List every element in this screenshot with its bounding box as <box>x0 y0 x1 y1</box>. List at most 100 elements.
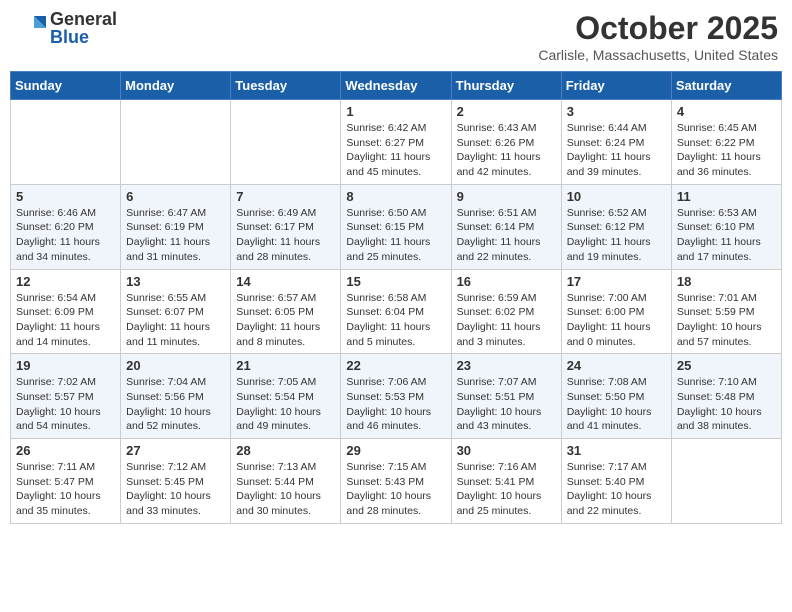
day-number: 23 <box>457 358 556 373</box>
page-header: General Blue October 2025 Carlisle, Mass… <box>10 10 782 63</box>
calendar-cell: 23 Sunrise: 7:07 AM Sunset: 5:51 PM Dayli… <box>451 354 561 439</box>
calendar-cell <box>121 100 231 185</box>
calendar-cell: 3Sunrise: 6:44 AM Sunset: 6:24 PM Daylig… <box>561 100 671 185</box>
calendar-cell: 18 Sunrise: 7:01 AM Sunset: 5:59 PM Dayli… <box>671 269 781 354</box>
calendar-cell: 5 Sunrise: 6:46 AM Sunset: 6:20 PM Daylig… <box>11 184 121 269</box>
calendar-cell: 21 Sunrise: 7:05 AM Sunset: 5:54 PM Dayli… <box>231 354 341 439</box>
day-number: 2 <box>457 104 556 119</box>
day-info: Sunrise: 6:52 AM Sunset: 6:12 PM Dayligh… <box>567 206 666 265</box>
day-info: Sunrise: 7:07 AM Sunset: 5:51 PM Dayligh… <box>457 375 556 434</box>
calendar-cell: 4 Sunrise: 6:45 AM Sunset: 6:22 PM Daylig… <box>671 100 781 185</box>
calendar-cell <box>11 100 121 185</box>
day-number: 25 <box>677 358 776 373</box>
day-number: 16 <box>457 274 556 289</box>
calendar-cell: 24Sunrise: 7:08 AM Sunset: 5:50 PM Dayli… <box>561 354 671 439</box>
day-number: 9 <box>457 189 556 204</box>
day-info: Sunrise: 6:43 AM Sunset: 6:26 PM Dayligh… <box>457 121 556 180</box>
calendar-cell <box>671 439 781 524</box>
calendar-cell: 8 Sunrise: 6:50 AM Sunset: 6:15 PM Daylig… <box>341 184 451 269</box>
day-info: Sunrise: 6:51 AM Sunset: 6:14 PM Dayligh… <box>457 206 556 265</box>
day-number: 5 <box>16 189 115 204</box>
calendar-cell: 26 Sunrise: 7:11 AM Sunset: 5:47 PM Dayli… <box>11 439 121 524</box>
calendar-cell: 14Sunrise: 6:57 AM Sunset: 6:05 PM Dayli… <box>231 269 341 354</box>
day-number: 11 <box>677 189 776 204</box>
day-number: 20 <box>126 358 225 373</box>
weekday-header: Friday <box>561 72 671 100</box>
day-number: 21 <box>236 358 335 373</box>
calendar-cell: 29 Sunrise: 7:15 AM Sunset: 5:43 PM Dayli… <box>341 439 451 524</box>
calendar-cell: 2 Sunrise: 6:43 AM Sunset: 6:26 PM Daylig… <box>451 100 561 185</box>
day-info: Sunrise: 6:59 AM Sunset: 6:02 PM Dayligh… <box>457 291 556 350</box>
calendar-cell: 12Sunrise: 6:54 AM Sunset: 6:09 PM Dayli… <box>11 269 121 354</box>
logo-icon <box>14 12 46 44</box>
day-info: Sunrise: 7:05 AM Sunset: 5:54 PM Dayligh… <box>236 375 335 434</box>
weekday-header: Thursday <box>451 72 561 100</box>
logo-text: General Blue <box>50 10 117 46</box>
weekday-header: Wednesday <box>341 72 451 100</box>
day-number: 24 <box>567 358 666 373</box>
weekday-header: Saturday <box>671 72 781 100</box>
day-number: 4 <box>677 104 776 119</box>
calendar-cell: 25 Sunrise: 7:10 AM Sunset: 5:48 PM Dayli… <box>671 354 781 439</box>
day-info: Sunrise: 7:16 AM Sunset: 5:41 PM Dayligh… <box>457 460 556 519</box>
day-info: Sunrise: 6:50 AM Sunset: 6:15 PM Dayligh… <box>346 206 445 265</box>
location: Carlisle, Massachusetts, United States <box>538 47 778 63</box>
day-number: 7 <box>236 189 335 204</box>
day-number: 6 <box>126 189 225 204</box>
day-info: Sunrise: 6:45 AM Sunset: 6:22 PM Dayligh… <box>677 121 776 180</box>
day-info: Sunrise: 7:00 AM Sunset: 6:00 PM Dayligh… <box>567 291 666 350</box>
day-info: Sunrise: 7:11 AM Sunset: 5:47 PM Dayligh… <box>16 460 115 519</box>
day-info: Sunrise: 7:02 AM Sunset: 5:57 PM Dayligh… <box>16 375 115 434</box>
day-info: Sunrise: 7:04 AM Sunset: 5:56 PM Dayligh… <box>126 375 225 434</box>
calendar-cell: 7 Sunrise: 6:49 AM Sunset: 6:17 PM Daylig… <box>231 184 341 269</box>
day-info: Sunrise: 7:17 AM Sunset: 5:40 PM Dayligh… <box>567 460 666 519</box>
day-number: 10 <box>567 189 666 204</box>
day-number: 19 <box>16 358 115 373</box>
calendar-week-row: 26 Sunrise: 7:11 AM Sunset: 5:47 PM Dayli… <box>11 439 782 524</box>
weekday-header: Sunday <box>11 72 121 100</box>
day-number: 29 <box>346 443 445 458</box>
calendar-cell: 13 Sunrise: 6:55 AM Sunset: 6:07 PM Dayli… <box>121 269 231 354</box>
day-number: 18 <box>677 274 776 289</box>
day-number: 13 <box>126 274 225 289</box>
day-number: 31 <box>567 443 666 458</box>
calendar-cell: 6 Sunrise: 6:47 AM Sunset: 6:19 PM Daylig… <box>121 184 231 269</box>
day-info: Sunrise: 7:10 AM Sunset: 5:48 PM Dayligh… <box>677 375 776 434</box>
calendar-cell: 20 Sunrise: 7:04 AM Sunset: 5:56 PM Dayli… <box>121 354 231 439</box>
day-info: Sunrise: 6:55 AM Sunset: 6:07 PM Dayligh… <box>126 291 225 350</box>
day-info: Sunrise: 6:58 AM Sunset: 6:04 PM Dayligh… <box>346 291 445 350</box>
calendar-week-row: 19 Sunrise: 7:02 AM Sunset: 5:57 PM Dayli… <box>11 354 782 439</box>
day-number: 8 <box>346 189 445 204</box>
day-number: 22 <box>346 358 445 373</box>
day-info: Sunrise: 6:47 AM Sunset: 6:19 PM Dayligh… <box>126 206 225 265</box>
day-number: 15 <box>346 274 445 289</box>
day-info: Sunrise: 6:46 AM Sunset: 6:20 PM Dayligh… <box>16 206 115 265</box>
day-info: Sunrise: 7:01 AM Sunset: 5:59 PM Dayligh… <box>677 291 776 350</box>
day-info: Sunrise: 7:15 AM Sunset: 5:43 PM Dayligh… <box>346 460 445 519</box>
day-info: Sunrise: 6:42 AM Sunset: 6:27 PM Dayligh… <box>346 121 445 180</box>
day-number: 1 <box>346 104 445 119</box>
weekday-header: Monday <box>121 72 231 100</box>
calendar-week-row: 1 Sunrise: 6:42 AM Sunset: 6:27 PM Daylig… <box>11 100 782 185</box>
weekday-header: Tuesday <box>231 72 341 100</box>
day-number: 28 <box>236 443 335 458</box>
calendar-cell: 15 Sunrise: 6:58 AM Sunset: 6:04 PM Dayli… <box>341 269 451 354</box>
day-info: Sunrise: 7:06 AM Sunset: 5:53 PM Dayligh… <box>346 375 445 434</box>
day-number: 12 <box>16 274 115 289</box>
calendar-cell: 28 Sunrise: 7:13 AM Sunset: 5:44 PM Dayli… <box>231 439 341 524</box>
day-info: Sunrise: 6:57 AM Sunset: 6:05 PM Dayligh… <box>236 291 335 350</box>
calendar-cell: 19 Sunrise: 7:02 AM Sunset: 5:57 PM Dayli… <box>11 354 121 439</box>
calendar-week-row: 5 Sunrise: 6:46 AM Sunset: 6:20 PM Daylig… <box>11 184 782 269</box>
calendar-table: SundayMondayTuesdayWednesdayThursdayFrid… <box>10 71 782 524</box>
calendar-cell: 10 Sunrise: 6:52 AM Sunset: 6:12 PM Dayli… <box>561 184 671 269</box>
logo-blue: Blue <box>50 28 117 46</box>
logo-general: General <box>50 10 117 28</box>
title-block: October 2025 Carlisle, Massachusetts, Un… <box>538 10 778 63</box>
weekday-header-row: SundayMondayTuesdayWednesdayThursdayFrid… <box>11 72 782 100</box>
calendar-cell: 11Sunrise: 6:53 AM Sunset: 6:10 PM Dayli… <box>671 184 781 269</box>
day-number: 26 <box>16 443 115 458</box>
calendar-cell: 30Sunrise: 7:16 AM Sunset: 5:41 PM Dayli… <box>451 439 561 524</box>
calendar-cell: 1 Sunrise: 6:42 AM Sunset: 6:27 PM Daylig… <box>341 100 451 185</box>
day-info: Sunrise: 6:49 AM Sunset: 6:17 PM Dayligh… <box>236 206 335 265</box>
day-info: Sunrise: 7:13 AM Sunset: 5:44 PM Dayligh… <box>236 460 335 519</box>
